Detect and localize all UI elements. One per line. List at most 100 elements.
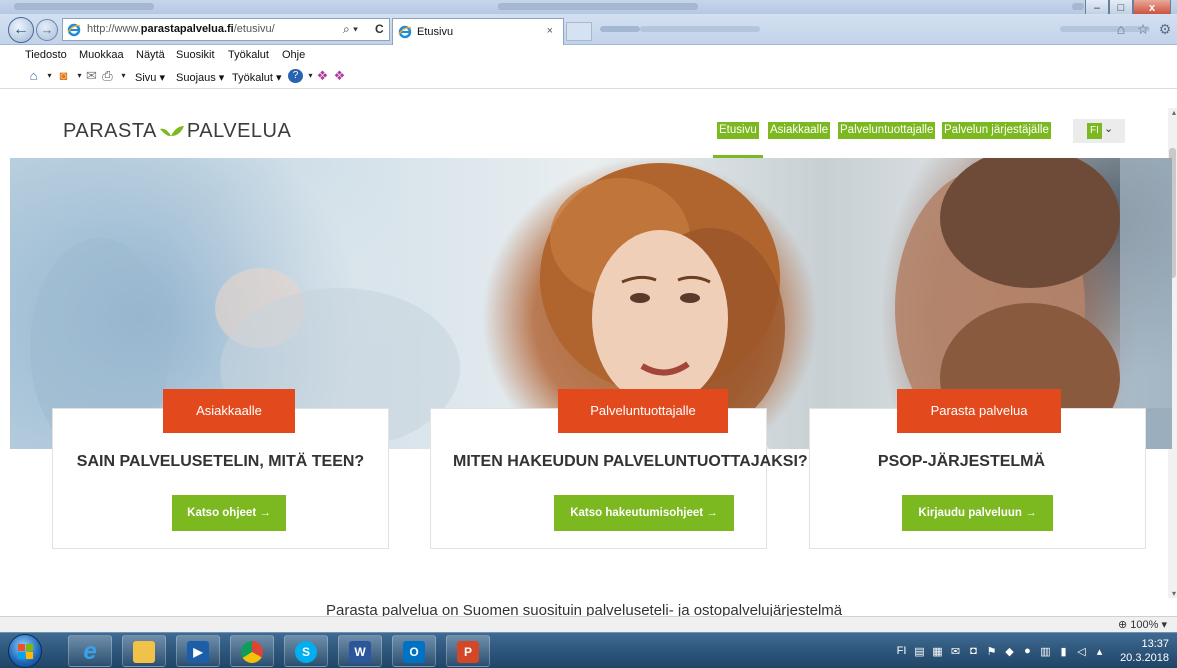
- address-url[interactable]: http://www.parastapalvelua.fi/etusivu/: [87, 23, 275, 35]
- scroll-down-arrow[interactable]: ▾: [1172, 589, 1176, 598]
- card-asiakkaalle: Asiakkaalle SAIN PALVELUSETELIN, MITÄ TE…: [52, 389, 389, 549]
- address-bar[interactable]: http://www.parastapalvelua.fi/etusivu/ ⌕…: [62, 18, 390, 41]
- chevron-down-icon[interactable]: ▾: [116, 69, 131, 83]
- ie-icon: [67, 23, 81, 37]
- titlebar-blurred-icon: [1072, 3, 1084, 10]
- taskbar-file-explorer[interactable]: [122, 635, 166, 667]
- nav-palvelun-jarjestajalle[interactable]: Palvelun järjestäjälle: [942, 122, 1051, 139]
- system-clock[interactable]: 13:37 20.3.2018: [1120, 637, 1169, 665]
- webpage: PARASTA PALVELUA Etusivu Asiakkaalle Pal…: [0, 90, 1177, 616]
- browser-statusbar: ⊕ 100% ▾: [0, 616, 1177, 632]
- help-icon[interactable]: ?: [288, 69, 303, 83]
- signal-icon[interactable]: ▴: [1094, 645, 1105, 658]
- page-menu[interactable]: Sivu ▾: [135, 71, 165, 84]
- menu-file[interactable]: Tiedosto: [25, 49, 67, 61]
- taskbar-powerpoint[interactable]: P: [446, 635, 490, 667]
- home-icon[interactable]: ⌂: [26, 69, 41, 83]
- taskbar-skype[interactable]: S: [284, 635, 328, 667]
- network-icon[interactable]: ▥: [1040, 645, 1051, 658]
- taskbar-internet-explorer[interactable]: e: [68, 635, 112, 667]
- scroll-up-arrow[interactable]: ▴: [1172, 108, 1176, 117]
- refresh-button[interactable]: C: [375, 22, 384, 36]
- card-title: SAIN PALVELUSETELIN, MITÄ TEEN?: [76, 453, 365, 470]
- menu-favorites[interactable]: Suosikit: [176, 49, 215, 61]
- login-button[interactable]: Kirjaudu palveluun →: [902, 495, 1053, 531]
- tools-menu[interactable]: Työkalut ▾: [232, 71, 282, 84]
- input-language[interactable]: FI: [896, 645, 907, 658]
- zoom-icon: ⊕: [1117, 619, 1128, 631]
- card-tag: Palveluntuottajalle: [558, 389, 728, 433]
- folder-icon: [133, 641, 155, 663]
- titlebar-blurred-title: [498, 3, 698, 10]
- card-title: PSOP-JÄRJESTELMÄ: [877, 453, 1046, 470]
- favorites-star-icon[interactable]: ☆: [1135, 21, 1151, 37]
- taskbar-chrome[interactable]: [230, 635, 274, 667]
- gear-icon[interactable]: ⚙: [1157, 21, 1173, 37]
- blurred-tab: [640, 26, 760, 32]
- safety-menu[interactable]: Suojaus ▾: [176, 71, 224, 84]
- language-label: FI: [1087, 123, 1102, 139]
- nav-etusivu[interactable]: Etusivu: [717, 122, 759, 139]
- back-button[interactable]: ←: [8, 17, 34, 43]
- volume-icon[interactable]: ◁: [1076, 645, 1087, 658]
- tab-label: Etusivu: [417, 26, 454, 38]
- taskbar-outlook[interactable]: O: [392, 635, 436, 667]
- battery-icon[interactable]: ▮: [1058, 645, 1069, 658]
- view-instructions-button[interactable]: Katso ohjeet →: [172, 495, 286, 531]
- home-icon[interactable]: ⌂: [1113, 21, 1129, 37]
- translate-icon[interactable]: ❖: [332, 69, 347, 83]
- system-tray: FI ▤ ▦ ✉ ◘ ⚑ ◆ ● ▥ ▮ ◁ ▴: [896, 645, 1105, 658]
- feeds-icon[interactable]: ◙: [56, 69, 71, 83]
- keyboard-icon[interactable]: ▤: [914, 645, 925, 658]
- mail-icon[interactable]: ✉: [84, 69, 99, 83]
- menu-help[interactable]: Ohje: [282, 49, 305, 61]
- media-player-icon: ▶: [187, 641, 209, 663]
- tab-close-icon[interactable]: ×: [547, 25, 553, 37]
- outlook-tray-icon[interactable]: ◘: [968, 645, 979, 658]
- language-selector[interactable]: FI ⌄: [1073, 119, 1125, 143]
- card-tag: Parasta palvelua: [897, 389, 1061, 433]
- windows-taskbar: e ▶ S W O P FI ▤ ▦ ✉ ◘ ⚑ ◆ ● ▥ ▮ ◁ ▴ 13:…: [0, 632, 1177, 668]
- nav-asiakkaalle[interactable]: Asiakkaalle: [768, 122, 831, 139]
- chevron-down-icon: ▾: [1161, 619, 1167, 631]
- card-palveluntuottajalle: Palveluntuottajalle MITEN HAKEUDUN PALVE…: [430, 389, 808, 549]
- powerpoint-icon: P: [457, 641, 479, 663]
- start-button[interactable]: [8, 634, 42, 668]
- nav-palveluntuottajalle[interactable]: Palveluntuottajalle: [838, 122, 936, 139]
- skype-icon: S: [295, 641, 317, 663]
- chevron-down-icon: ⌄: [1104, 123, 1114, 135]
- forward-button[interactable]: →: [36, 19, 58, 41]
- menu-edit[interactable]: Muokkaa: [79, 49, 124, 61]
- mail-icon[interactable]: ✉: [950, 645, 961, 658]
- chevron-down-icon[interactable]: ▾: [42, 69, 57, 83]
- research-icon[interactable]: ❖: [315, 69, 330, 83]
- card-tag: Asiakkaalle: [163, 389, 295, 433]
- card-psop: Parasta palvelua PSOP-JÄRJESTELMÄ Kirjau…: [809, 389, 1146, 549]
- clock-time: 13:37: [1141, 638, 1169, 650]
- titlebar-blurred-content: [14, 3, 154, 10]
- flag-icon[interactable]: ⚑: [986, 645, 997, 658]
- search-dropdown-button[interactable]: ⌕ ▾: [343, 22, 358, 37]
- new-tab-button[interactable]: [566, 22, 592, 41]
- internet-explorer-icon: e: [83, 638, 97, 665]
- zoom-level: 100%: [1130, 619, 1159, 631]
- browser-right-icons: ⌂ ☆ ⚙: [1113, 21, 1173, 37]
- calendar-icon[interactable]: ▦: [932, 645, 943, 658]
- blurred-tab: [600, 26, 640, 32]
- taskbar-media-player[interactable]: ▶: [176, 635, 220, 667]
- zoom-control[interactable]: ⊕ 100% ▾: [1118, 618, 1167, 631]
- menu-tools[interactable]: Työkalut: [228, 49, 269, 61]
- shield-icon[interactable]: ◆: [1004, 645, 1015, 658]
- command-bar: ⌂ ▾ ◙ ▾ ✉ ⎙ ▾ Sivu ▾ Suojaus ▾ Työkalut …: [0, 65, 1177, 89]
- taskbar-word[interactable]: W: [338, 635, 382, 667]
- menu-view[interactable]: Näytä: [136, 49, 165, 61]
- word-icon: W: [349, 641, 371, 663]
- window-titlebar: – □ x: [0, 0, 1177, 18]
- print-icon[interactable]: ⎙: [100, 69, 115, 83]
- chrome-icon: [241, 641, 263, 663]
- skype-tray-icon[interactable]: ●: [1022, 645, 1033, 658]
- tab-etusivu[interactable]: Etusivu ×: [392, 18, 564, 45]
- ie-tab-icon: [398, 25, 412, 39]
- view-application-instructions-button[interactable]: Katso hakeutumisohjeet →: [554, 495, 734, 531]
- card-title: MITEN HAKEUDUN PALVELUNTUOTTAJAKSI?: [453, 453, 808, 470]
